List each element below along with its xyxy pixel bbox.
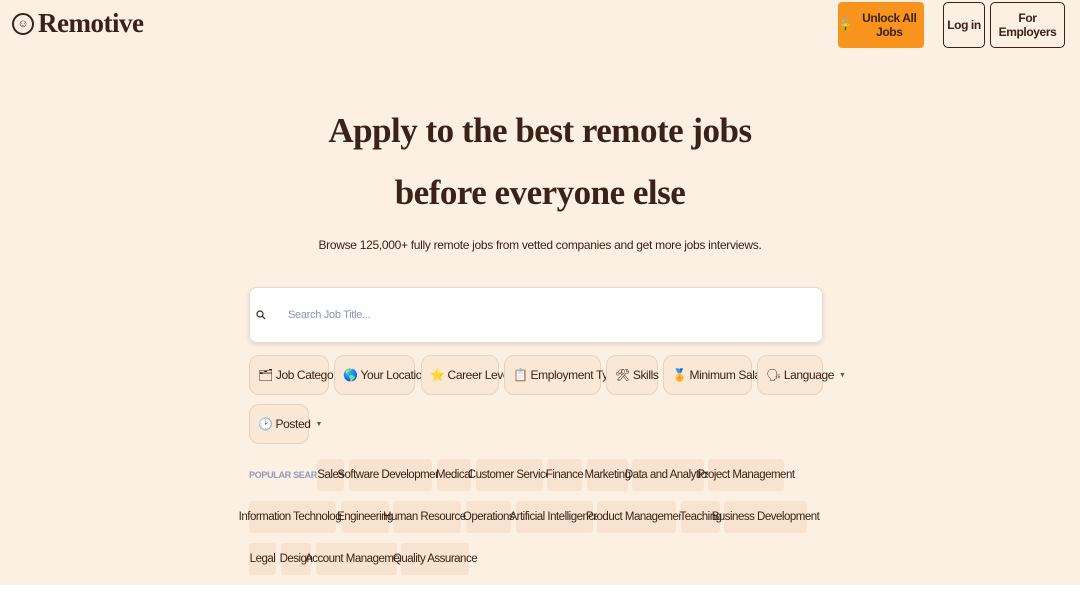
clipboard-icon: 📋 [513, 368, 528, 382]
popular-search-tag[interactable]: Quality Assurance [393, 543, 478, 575]
speaking-head-icon: 🗣 [766, 368, 781, 382]
unlock-all-jobs-label: Unlock All Jobs [862, 11, 917, 39]
popular-search-tag[interactable]: Product Management [586, 501, 687, 533]
logo-mark-icon: ☺ [12, 12, 34, 35]
popular-search-tag[interactable]: Data and Analytics [625, 459, 712, 491]
clock-icon: 🕑 [258, 417, 273, 431]
filter-label: Language [783, 368, 835, 382]
for-employers-button[interactable]: For Employers [990, 2, 1065, 48]
chevron-down-icon: ▼ [315, 420, 323, 428]
page: ☺ Remotive 🔓 Unlock All Jobs Log in For … [0, 0, 1080, 585]
filter-label: Your Location [360, 368, 429, 382]
filter-label: Posted [275, 417, 311, 431]
popular-search-tag[interactable]: Business Development [712, 501, 820, 533]
popular-search-tag[interactable]: Software Development [337, 459, 444, 491]
star-icon: ⭐ [430, 368, 445, 382]
globe-icon: 🌎 [343, 368, 358, 382]
filter-minimum-salary[interactable]: 🏅 Minimum Salary ▼ [663, 355, 782, 395]
popular-search-tag[interactable]: Human Resources [383, 501, 471, 533]
popular-search-tag[interactable]: Account Management [305, 543, 408, 575]
chevron-down-icon: ▼ [839, 371, 846, 379]
hero-title: Apply to the best remote jobs before eve… [0, 100, 1080, 224]
popular-search-tag[interactable]: Information Technology [239, 501, 347, 533]
filter-label: Job Category [275, 368, 343, 382]
popular-search-tag[interactable]: Medical [436, 459, 473, 491]
hero-subtitle: Browse 125,000+ fully remote jobs from v… [318, 238, 762, 252]
popular-search-tag[interactable]: Legal [249, 543, 276, 575]
popular-search-tag[interactable]: Project Management [697, 459, 795, 491]
login-button[interactable]: Log in [943, 2, 985, 48]
popular-search-tag[interactable]: Operations [463, 501, 515, 533]
filter-employment-type[interactable]: 📋 Employment Type ▼ [504, 355, 632, 395]
popular-search-tag[interactable]: Marketing [585, 459, 631, 491]
popular-search-tag[interactable]: Customer Service [468, 459, 552, 491]
search-icon [256, 310, 266, 320]
filter-skills[interactable]: 🛠 Skills ▼ [606, 355, 670, 395]
filter-label: Skills [632, 368, 659, 382]
search-box[interactable] [249, 287, 823, 343]
filter-language[interactable]: 🗣 Language ▼ [757, 355, 846, 395]
tools-icon: 🛠 [615, 368, 630, 382]
logo-text: Remotive [38, 8, 144, 38]
hero-title-line2: before everyone else [394, 173, 686, 212]
filter-career-level[interactable]: ⭐ Career Level ▼ [421, 355, 523, 395]
search-input[interactable] [288, 302, 808, 328]
popular-search-tag[interactable]: Finance [546, 459, 584, 491]
filter-posted[interactable]: 🕑 Posted ▼ [249, 404, 322, 444]
unlock-all-jobs-button[interactable]: 🔓 Unlock All Jobs [838, 2, 924, 48]
page-bottom-strip [0, 585, 1080, 600]
folder-icon: 🗂 [258, 368, 273, 382]
medal-icon: 🏅 [672, 368, 687, 382]
lock-open-icon: 🔓 [838, 18, 853, 32]
filter-label: Career Level [447, 368, 512, 382]
popular-search-tag[interactable]: Engineering [337, 501, 393, 533]
filter-your-location[interactable]: 🌎 Your Location ▼ [334, 355, 440, 395]
remotive-logo[interactable]: ☺ Remotive [12, 8, 144, 39]
hero-title-line1: Apply to the best remote jobs [328, 111, 752, 150]
filter-job-category[interactable]: 🗂 Job Category ▼ [249, 355, 354, 395]
popular-search-tag[interactable]: Artificial Intelligence [509, 501, 600, 533]
